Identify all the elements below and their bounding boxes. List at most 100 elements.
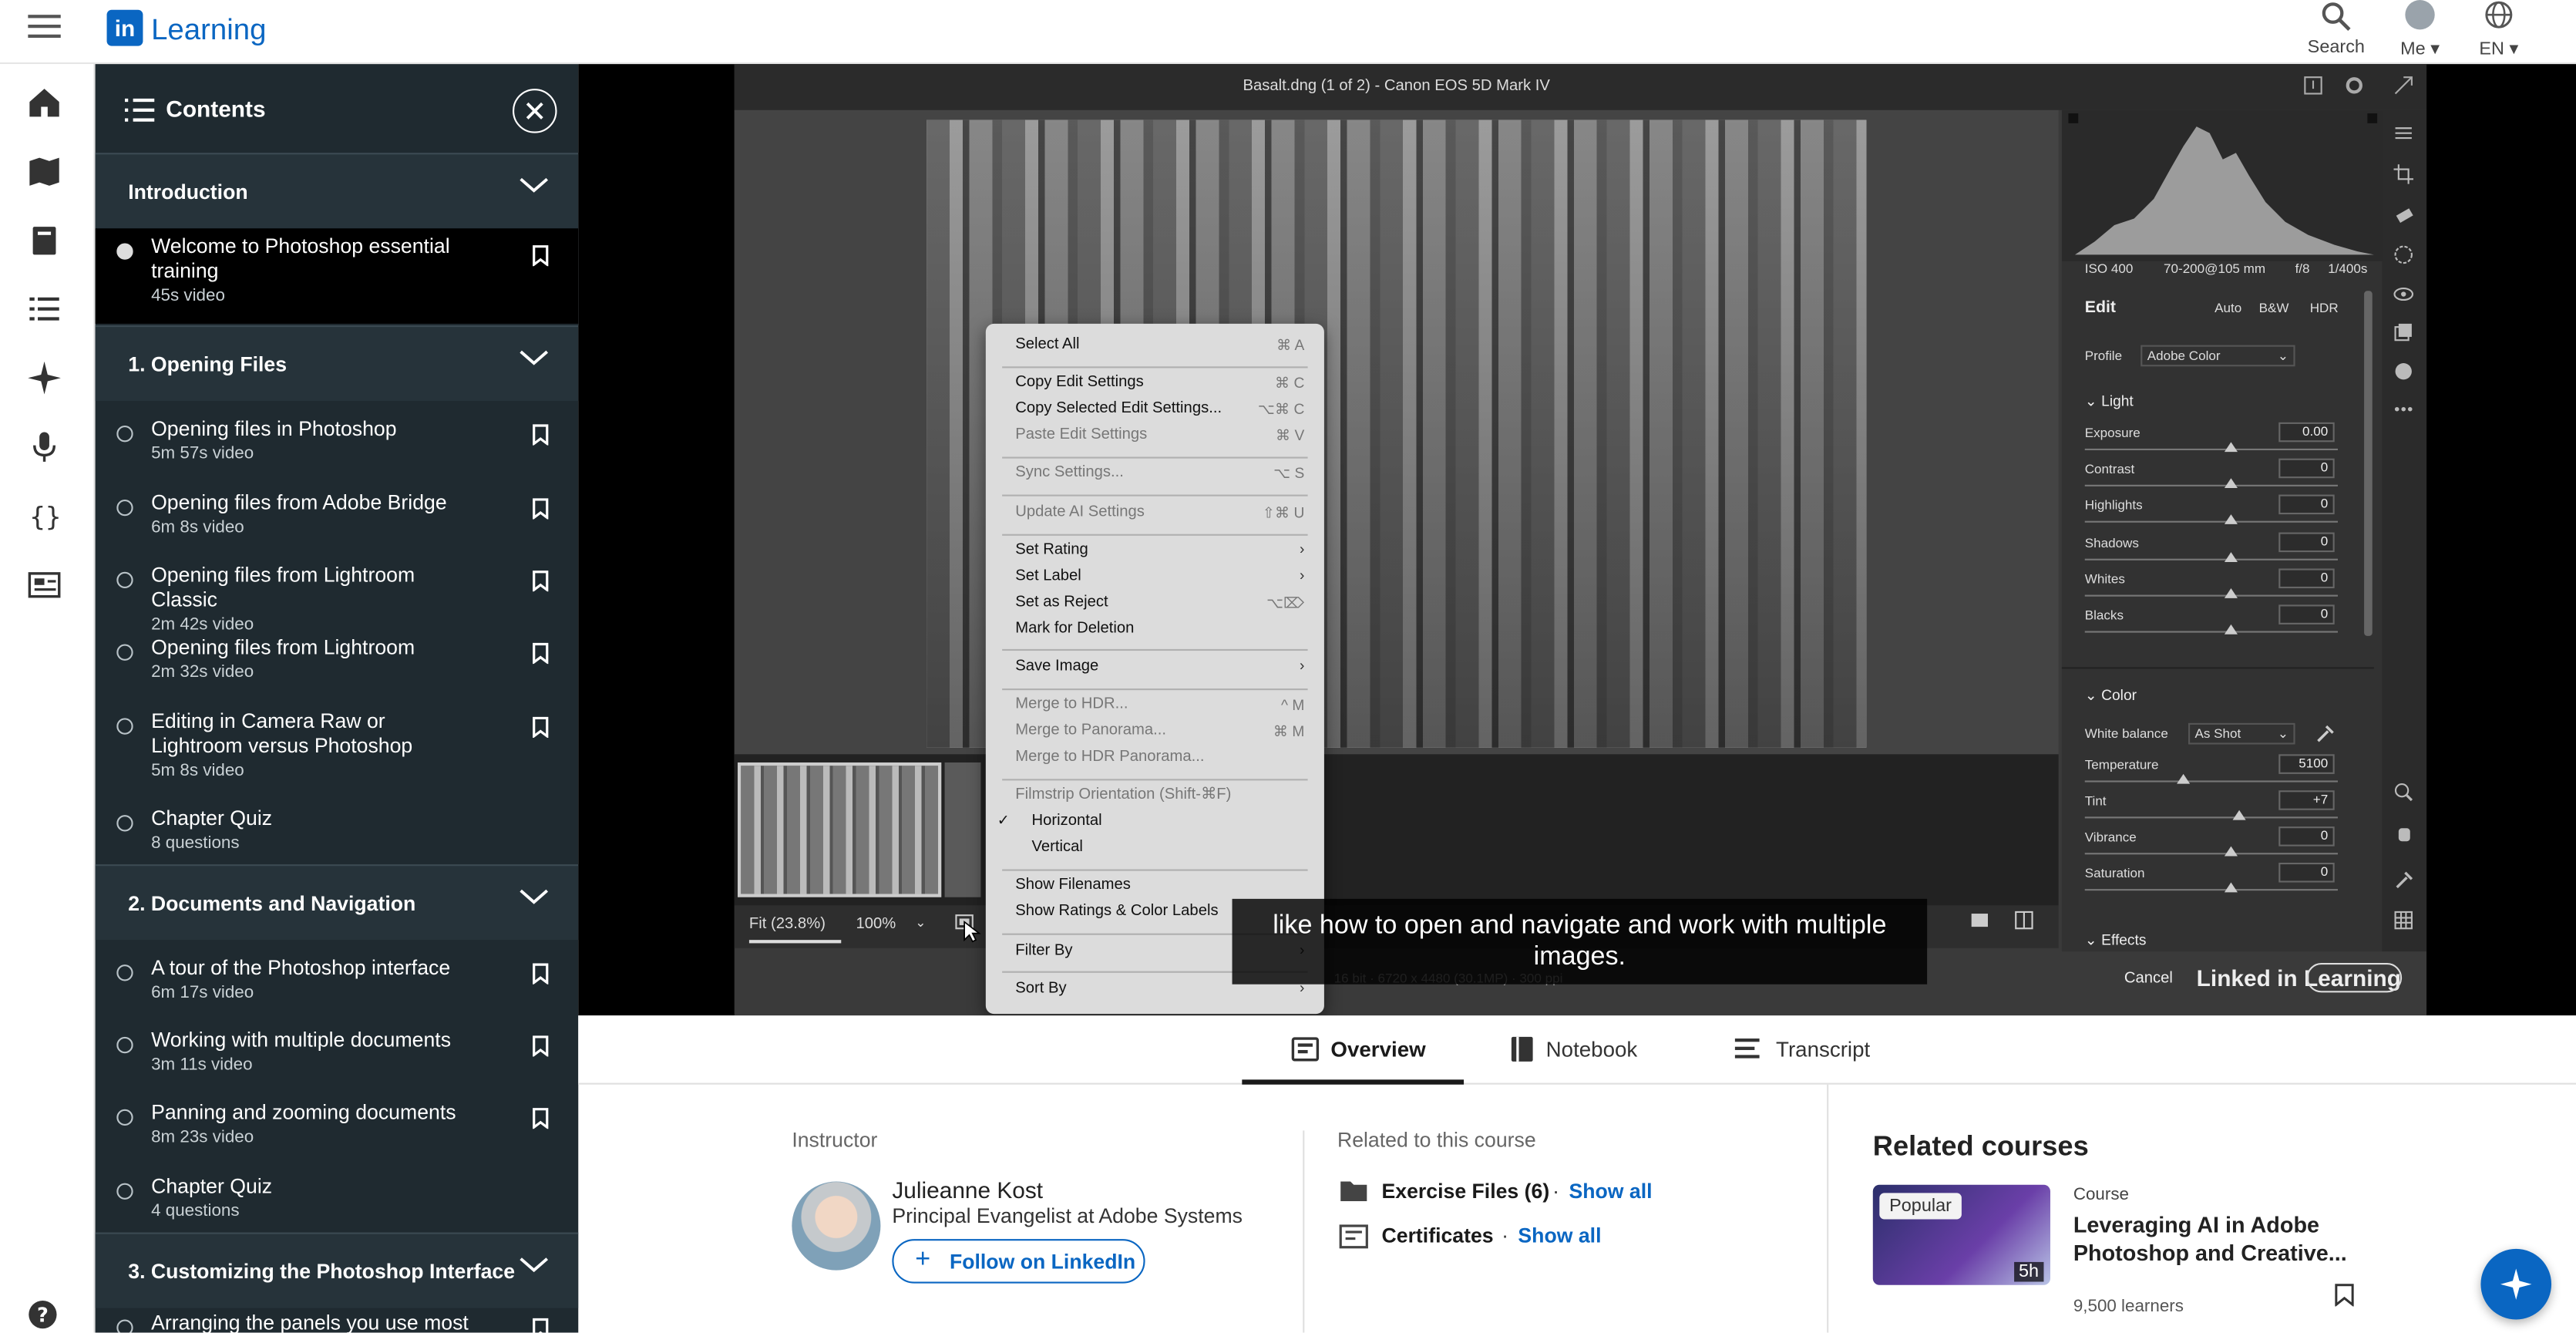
slider-value-field[interactable]: 5100: [2278, 754, 2335, 774]
slider-value-field[interactable]: 0: [2278, 459, 2335, 479]
bw-button[interactable]: B&W: [2259, 301, 2289, 315]
menu-icon[interactable]: [28, 13, 61, 39]
adjustment-slider[interactable]: Contrast 0: [2084, 459, 2348, 495]
bookmark-icon[interactable]: [533, 424, 549, 446]
adjustment-slider[interactable]: Vibrance 0: [2084, 826, 2348, 863]
slider-value-field[interactable]: 0: [2278, 568, 2335, 588]
slider-knob[interactable]: [2225, 624, 2238, 635]
bookmark-icon[interactable]: [2335, 1284, 2355, 1307]
cancel-button[interactable]: Cancel: [2124, 970, 2173, 988]
bookmark-icon[interactable]: [533, 716, 549, 738]
slider-value-field[interactable]: 0: [2278, 495, 2335, 515]
slider-value-field[interactable]: 0: [2278, 826, 2335, 847]
context-menu-item[interactable]: Show Ratings & Color Labels: [1015, 903, 1218, 921]
compare-view-icon[interactable]: [2014, 911, 2034, 931]
context-menu-item[interactable]: Copy Edit Settings: [1015, 374, 1144, 392]
toc-section-header[interactable]: Introduction: [95, 153, 579, 229]
toc-section-header[interactable]: 1. Opening Files: [95, 325, 579, 402]
bookmark-icon[interactable]: [533, 963, 549, 985]
profile-select[interactable]: Adobe Color ⌄: [2141, 345, 2295, 367]
slider-knob[interactable]: [2225, 846, 2238, 857]
eraser-icon[interactable]: [2393, 205, 2413, 225]
bookmark-icon[interactable]: [533, 245, 549, 267]
adjustment-slider[interactable]: Exposure 0.00: [2084, 422, 2348, 459]
course-title-link[interactable]: Leveraging AI in Adobe Photoshop and Cre…: [2073, 1211, 2361, 1267]
adjustment-slider[interactable]: Whites 0: [2084, 568, 2348, 604]
tab-transcript[interactable]: Transcript: [1734, 1015, 1915, 1085]
toc-item[interactable]: Arranging the panels you use most: [96, 1308, 579, 1333]
toc-item[interactable]: Editing in Camera Raw or Lightroom versu…: [96, 707, 579, 803]
linkedin-logo[interactable]: in: [106, 9, 143, 46]
news-icon[interactable]: [26, 567, 62, 603]
ai-assistant-button[interactable]: [2480, 1248, 2552, 1320]
language-menu[interactable]: EN ▾: [2458, 0, 2541, 64]
bookmark-icon[interactable]: [533, 571, 549, 592]
bookmark-icon[interactable]: [533, 1108, 549, 1129]
follow-button[interactable]: + Follow on LinkedIn: [892, 1239, 1145, 1284]
toc-item[interactable]: Panning and zooming documents 8m 23s vide…: [96, 1098, 579, 1170]
white-balance-select[interactable]: As Shot ⌄: [2188, 722, 2295, 745]
context-menu-item[interactable]: Save Image: [1015, 658, 1098, 675]
sparkle-icon[interactable]: [26, 360, 62, 396]
book-icon[interactable]: [26, 222, 62, 258]
context-menu-item[interactable]: Mark for Deletion: [1015, 619, 1134, 637]
adjustment-slider[interactable]: Highlights 0: [2084, 495, 2348, 532]
context-menu-item[interactable]: Copy Selected Edit Settings...: [1015, 399, 1222, 417]
auto-button[interactable]: Auto: [2214, 301, 2241, 315]
single-view-icon[interactable]: [1970, 911, 1990, 931]
adjustment-slider[interactable]: Temperature 5100: [2084, 754, 2348, 791]
hdr-button[interactable]: HDR: [2310, 301, 2339, 315]
instructor-name[interactable]: Julieanne Kost: [892, 1176, 1043, 1203]
context-menu-item[interactable]: Filter By: [1015, 941, 1072, 958]
code-braces-icon[interactable]: {}: [26, 498, 62, 534]
slider-knob[interactable]: [2225, 551, 2238, 562]
edit-sliders-icon[interactable]: [2393, 123, 2413, 143]
close-contents-button[interactable]: [512, 89, 557, 133]
context-menu-item[interactable]: Show Filenames: [1015, 877, 1131, 894]
map-icon[interactable]: [26, 153, 62, 189]
slider-value-field[interactable]: 0: [2278, 604, 2335, 624]
search-button[interactable]: Search: [2295, 0, 2378, 64]
eyedropper-icon[interactable]: [2315, 723, 2335, 743]
exercise-show-all-link[interactable]: Show all: [1569, 1180, 1652, 1203]
context-menu-item[interactable]: Set Rating: [1015, 541, 1088, 559]
adjustment-slider[interactable]: Blacks 0: [2084, 604, 2348, 641]
mask-icon[interactable]: [2393, 245, 2413, 265]
presets-icon[interactable]: [2393, 362, 2413, 382]
bookmark-icon[interactable]: [533, 1318, 549, 1333]
fit-zoom-label[interactable]: Fit (23.8%): [749, 915, 826, 933]
toc-item[interactable]: Working with multiple documents 3m 11s vi…: [96, 1025, 579, 1098]
help-icon[interactable]: ?: [28, 1300, 57, 1329]
me-menu[interactable]: Me ▾: [2379, 0, 2461, 64]
crop-icon[interactable]: [2393, 164, 2414, 184]
certificates-show-all-link[interactable]: Show all: [1518, 1224, 1601, 1247]
more-icon[interactable]: [2393, 399, 2413, 419]
bookmark-icon[interactable]: [533, 642, 549, 665]
toc-item[interactable]: Welcome to Photoshop essential training 4…: [95, 228, 579, 324]
filmstrip-thumbnail[interactable]: [737, 762, 942, 897]
toc-item[interactable]: Opening files from Adobe Bridge 6m 8s vid…: [96, 488, 579, 560]
microphone-icon[interactable]: [26, 429, 62, 465]
panel-scrollbar[interactable]: [2364, 291, 2373, 636]
red-eye-icon[interactable]: [2393, 284, 2414, 305]
color-sampler-icon[interactable]: [2393, 870, 2413, 890]
slider-knob[interactable]: [2225, 514, 2238, 525]
instructor-avatar[interactable]: [792, 1181, 881, 1271]
context-menu-item[interactable]: Set Label: [1015, 567, 1081, 584]
hand-tool-icon[interactable]: [2393, 823, 2413, 843]
toc-item[interactable]: A tour of the Photoshop interface 6m 17s …: [96, 953, 579, 1025]
slider-knob[interactable]: [2225, 882, 2238, 893]
toc-section-header[interactable]: 2. Documents and Navigation: [95, 864, 579, 941]
context-menu-item[interactable]: Vertical: [1032, 838, 1083, 856]
slider-value-field[interactable]: +7: [2278, 790, 2335, 810]
bookmark-icon[interactable]: [533, 1035, 549, 1057]
slider-knob[interactable]: [2232, 810, 2246, 820]
slider-value-field[interactable]: 0: [2278, 531, 2335, 552]
brand-text[interactable]: Learning: [151, 13, 266, 48]
bookmark-icon[interactable]: [533, 498, 549, 520]
list-icon[interactable]: [26, 291, 62, 327]
slider-knob[interactable]: [2225, 478, 2238, 489]
tab-notebook[interactable]: Notebook: [1503, 1015, 1667, 1085]
slider-knob[interactable]: [2177, 773, 2191, 784]
slider-knob[interactable]: [2225, 587, 2238, 598]
